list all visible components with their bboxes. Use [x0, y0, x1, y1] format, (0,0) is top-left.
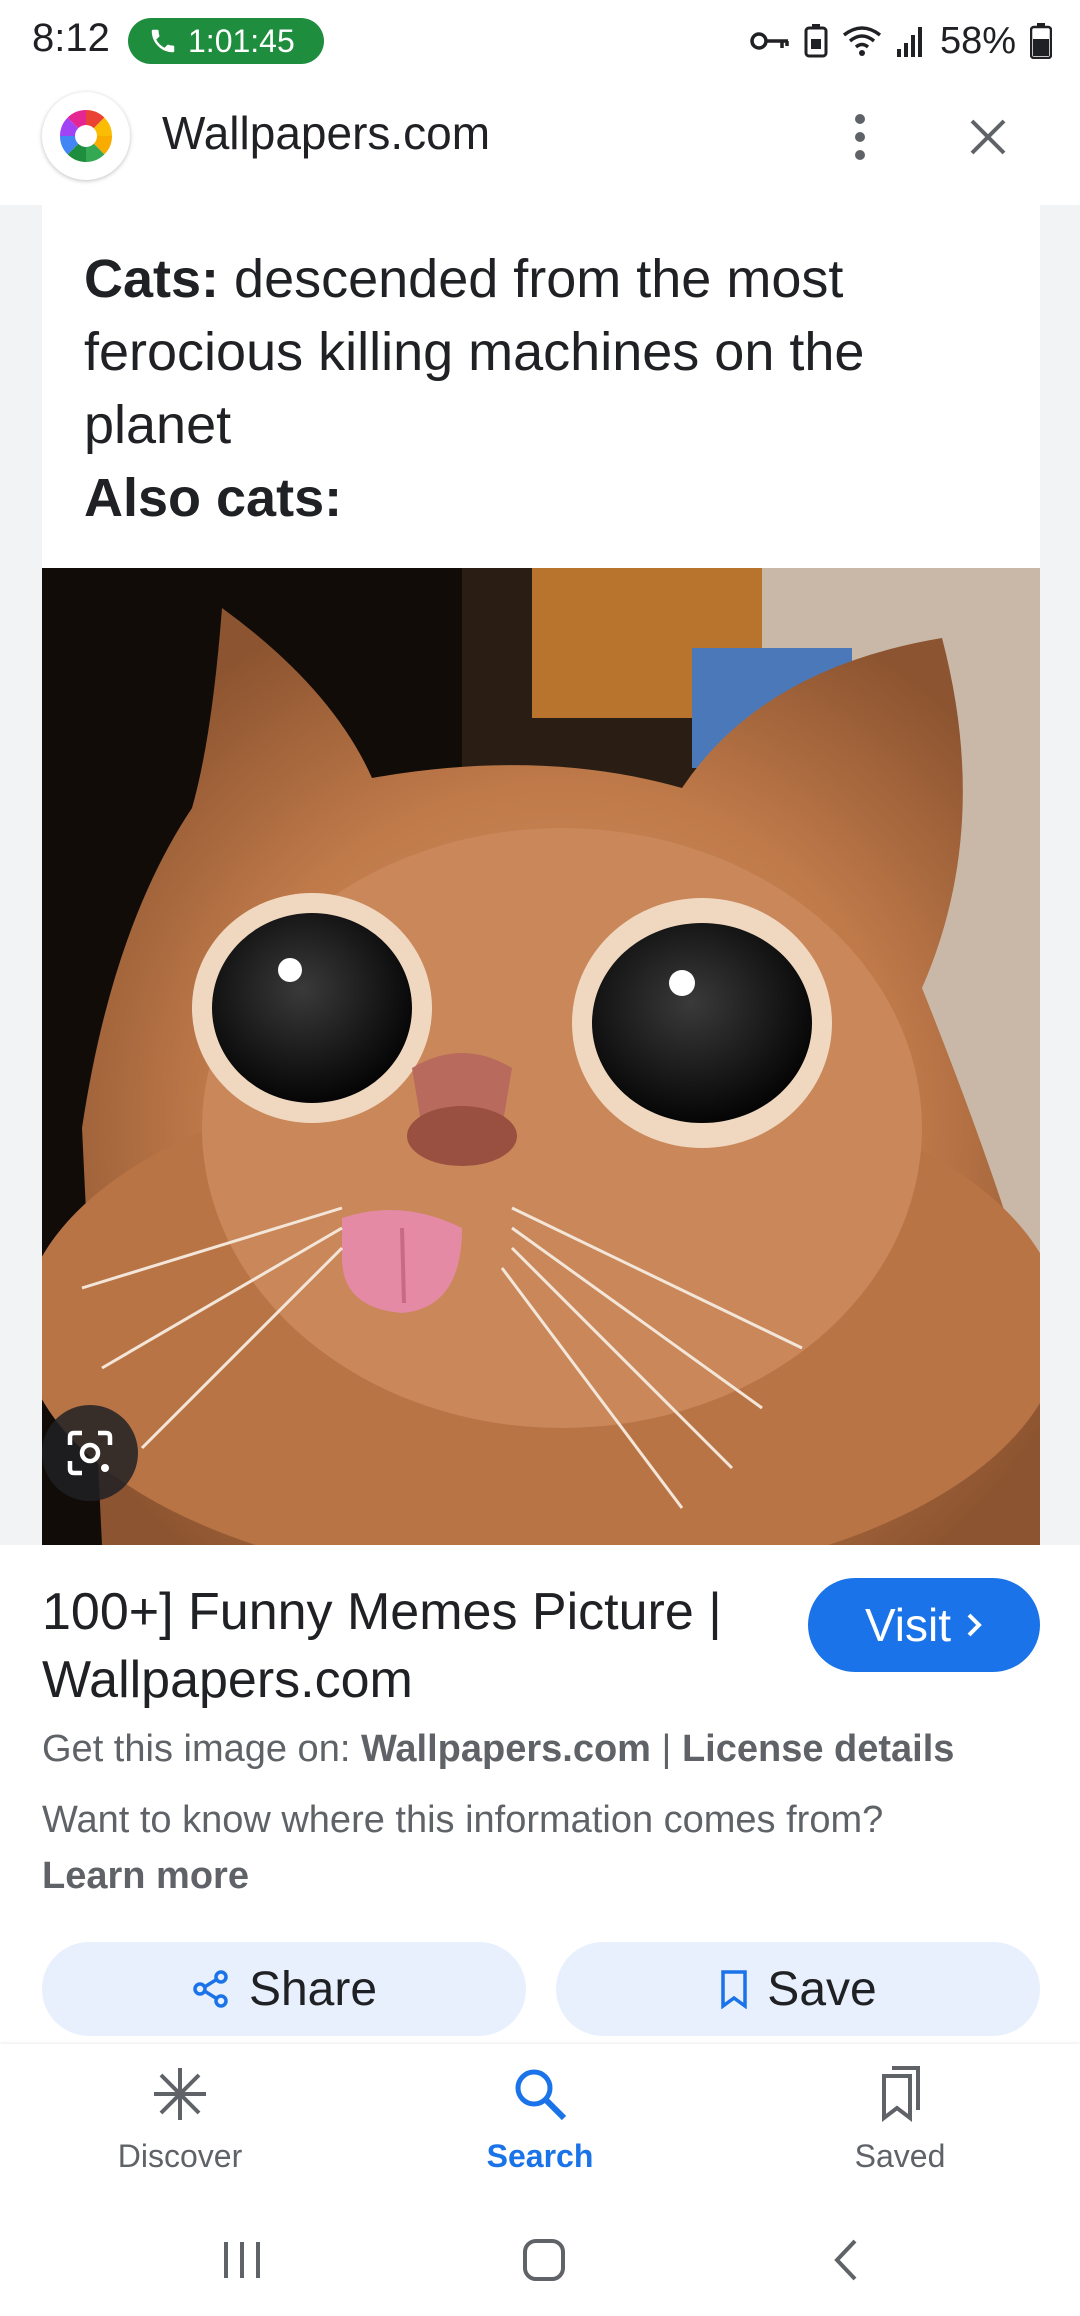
source-prefix: Get this image on:	[42, 1728, 361, 1770]
nav-search[interactable]: Search	[420, 2064, 660, 2194]
phone-icon	[151, 29, 175, 53]
visit-button[interactable]: Visit	[808, 1578, 1040, 1672]
google-lens-icon	[67, 1430, 113, 1476]
battery-percent: 58%	[939, 19, 1016, 62]
license-details-link[interactable]: License details	[682, 1728, 954, 1770]
call-timer: 1:01:45	[188, 22, 295, 59]
close-icon	[970, 119, 1006, 155]
cat-illustration	[42, 568, 1040, 1545]
more-vert-icon	[855, 114, 865, 160]
visit-label: Visit	[864, 1599, 952, 1651]
bottom-navigation: Discover Search Saved	[0, 2044, 1080, 2204]
wifi-icon	[842, 26, 882, 56]
caption-bold-2: Also cats:	[84, 468, 343, 528]
custom-tab-header: Wallpapers.com	[0, 80, 1080, 205]
nav-discover-label: Discover	[117, 2138, 243, 2174]
meme-caption: Cats: descended from the most ferocious …	[84, 243, 1004, 535]
search-icon	[515, 2069, 567, 2121]
ongoing-call-pill[interactable]: 1:01:45	[128, 18, 324, 64]
back-button[interactable]	[806, 2228, 886, 2292]
share-label: Share	[248, 1962, 378, 2016]
info-text: Want to know where this information come…	[42, 1799, 884, 1841]
source-separator: |	[650, 1728, 682, 1770]
save-button[interactable]: Save	[556, 1942, 1040, 2036]
recents-button[interactable]	[202, 2228, 282, 2292]
nav-search-label: Search	[486, 2138, 594, 2174]
battery-icon	[1030, 23, 1052, 59]
home-icon	[523, 2239, 565, 2281]
lock-battery-icon	[804, 24, 828, 58]
asterisk-icon	[154, 2068, 206, 2120]
site-logo	[42, 92, 130, 180]
signal-icon	[896, 27, 922, 57]
meme-image[interactable]: Cats: descended from the most ferocious …	[42, 205, 1040, 1545]
source-site-link[interactable]: Wallpapers.com	[361, 1728, 651, 1770]
close-button[interactable]	[958, 102, 1018, 172]
site-title: Wallpapers.com	[162, 107, 491, 159]
nav-saved[interactable]: Saved	[780, 2064, 1020, 2194]
vpn-key-icon	[750, 32, 789, 50]
cat-photo	[42, 568, 1040, 1545]
info-line: Want to know where this information come…	[42, 1792, 922, 1904]
image-source-line: Get this image on: Wallpapers.com | Lice…	[42, 1728, 954, 1771]
status-bar: 8:12 1:01:45 58%	[0, 0, 1080, 80]
nav-discover[interactable]: Discover	[60, 2064, 300, 2194]
save-label: Save	[767, 1962, 877, 2016]
status-time: 8:12	[32, 16, 110, 60]
lens-search-button[interactable]	[42, 1405, 138, 1501]
overflow-menu-button[interactable]	[840, 102, 880, 172]
wallpapers-logo-icon	[59, 109, 113, 163]
result-title[interactable]: 100+] Funny Memes Picture | Wallpapers.c…	[42, 1578, 782, 1714]
share-button[interactable]: Share	[42, 1942, 526, 2036]
status-icons: 58%	[750, 16, 1052, 66]
caption-bold-1: Cats:	[84, 249, 220, 309]
image-preview-area: Cats: descended from the most ferocious …	[0, 205, 1080, 1545]
home-button[interactable]	[504, 2228, 584, 2292]
system-navigation-bar	[0, 2204, 1080, 2316]
share-icon	[193, 1970, 228, 2008]
recents-icon	[224, 2242, 260, 2278]
bookmark-icon	[721, 1970, 748, 2009]
chevron-right-icon	[967, 1613, 982, 1637]
bookmarks-icon	[882, 2066, 920, 2123]
learn-more-link[interactable]: Learn more	[42, 1855, 249, 1897]
nav-saved-label: Saved	[854, 2138, 946, 2174]
back-icon	[834, 2239, 857, 2281]
